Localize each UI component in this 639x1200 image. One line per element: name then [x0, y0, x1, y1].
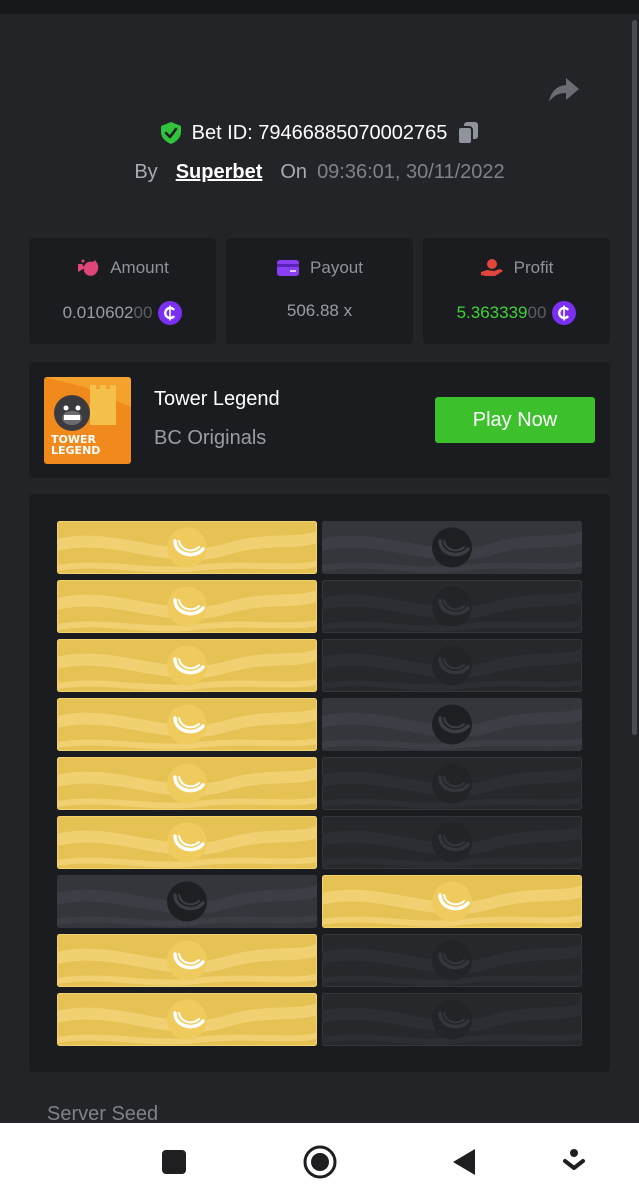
money-bag-icon	[78, 259, 99, 276]
tower-tile-gold	[57, 698, 317, 751]
tower-tile-gold	[322, 875, 582, 928]
coin-icon	[552, 301, 577, 325]
tower-legend-logo: TOWER LEGEND	[44, 377, 131, 464]
share-button[interactable]	[548, 76, 580, 104]
banana-icon	[57, 639, 317, 692]
square-icon	[162, 1149, 186, 1174]
banana-icon	[57, 875, 317, 928]
payout-value: 506.88 x	[286, 301, 353, 320]
back-button[interactable]	[434, 1123, 494, 1200]
banana-icon	[57, 698, 317, 751]
nav-menu-button[interactable]	[544, 1123, 604, 1200]
bet-meta-row: By Superbet On 09:36:01, 30/11/2022	[0, 157, 639, 187]
bet-id: Bet ID: 79466885070002765	[191, 121, 448, 144]
provider-link[interactable]: Superbet	[176, 161, 263, 184]
tower-tile-dark	[322, 580, 582, 633]
profit-label: Profit	[513, 258, 554, 277]
game-thumbnail[interactable]: TOWER LEGEND	[44, 377, 131, 464]
banana-icon	[57, 580, 317, 633]
amount-card: Amount 0.01060200	[29, 238, 216, 344]
play-now-button[interactable]: Play Now	[435, 397, 595, 443]
amount-value: 0.01060200	[62, 303, 153, 322]
banana-icon	[322, 639, 582, 692]
payout-card: Payout 506.88 x	[226, 238, 413, 344]
banana-icon	[322, 757, 582, 810]
home-button[interactable]	[290, 1123, 350, 1200]
tower-tile-dark-revealed	[57, 875, 317, 928]
banana-icon	[57, 993, 317, 1046]
tower-tile-gold	[57, 816, 317, 869]
recent-apps-button[interactable]	[144, 1123, 204, 1200]
on-label: On	[280, 160, 308, 183]
banana-icon	[57, 934, 317, 987]
tower-tile-gold	[57, 993, 317, 1046]
payout-label: Payout	[310, 258, 363, 277]
game-title[interactable]: Tower Legend	[154, 388, 280, 411]
tower-tile-gold	[57, 580, 317, 633]
system-nav-bar	[0, 1123, 639, 1200]
tower-tile-gold	[57, 934, 317, 987]
card-icon	[277, 260, 300, 276]
tower-tile-dark-revealed	[322, 698, 582, 751]
share-icon	[549, 78, 579, 102]
back-triangle-icon	[453, 1148, 475, 1175]
by-label: By	[134, 160, 158, 183]
banana-icon	[322, 993, 582, 1046]
tower-tile-dark	[322, 757, 582, 810]
tower-tile-dark	[322, 639, 582, 692]
banana-icon	[322, 580, 582, 633]
tower-tile-dark-revealed	[322, 521, 582, 574]
banana-icon	[322, 875, 582, 928]
banana-icon	[322, 698, 582, 751]
amount-label: Amount	[110, 258, 169, 277]
copy-icon[interactable]	[457, 121, 479, 145]
tower-tile-gold	[57, 521, 317, 574]
profit-card: Profit 5.36333900	[423, 238, 610, 344]
bet-id-row: Bet ID: 79466885070002765	[0, 118, 639, 148]
banana-icon	[57, 816, 317, 869]
tower-tile-dark	[322, 816, 582, 869]
hand-coin-icon	[480, 259, 503, 276]
chevron-down-dot-icon	[563, 1148, 585, 1170]
game-subtitle: BC Originals	[154, 427, 267, 449]
game-board	[29, 494, 610, 1072]
logo-text-2: LEGEND	[51, 444, 100, 457]
tower-tile-gold	[57, 639, 317, 692]
game-card: TOWER LEGEND Tower Legend BC Originals P…	[29, 362, 610, 478]
profit-value: 5.36333900	[456, 303, 547, 322]
coin-icon	[158, 301, 183, 325]
tower-tile-dark	[322, 934, 582, 987]
banana-icon	[322, 816, 582, 869]
tower-tile-gold	[57, 757, 317, 810]
banana-icon	[322, 934, 582, 987]
top-status-strip	[0, 0, 639, 14]
tower-tile-dark	[322, 993, 582, 1046]
banana-icon	[57, 521, 317, 574]
shield-check-icon	[160, 122, 181, 144]
banana-icon	[322, 521, 582, 574]
bet-timestamp: 09:36:01, 30/11/2022	[317, 160, 505, 183]
circle-home-icon	[303, 1145, 337, 1178]
banana-icon	[57, 757, 317, 810]
